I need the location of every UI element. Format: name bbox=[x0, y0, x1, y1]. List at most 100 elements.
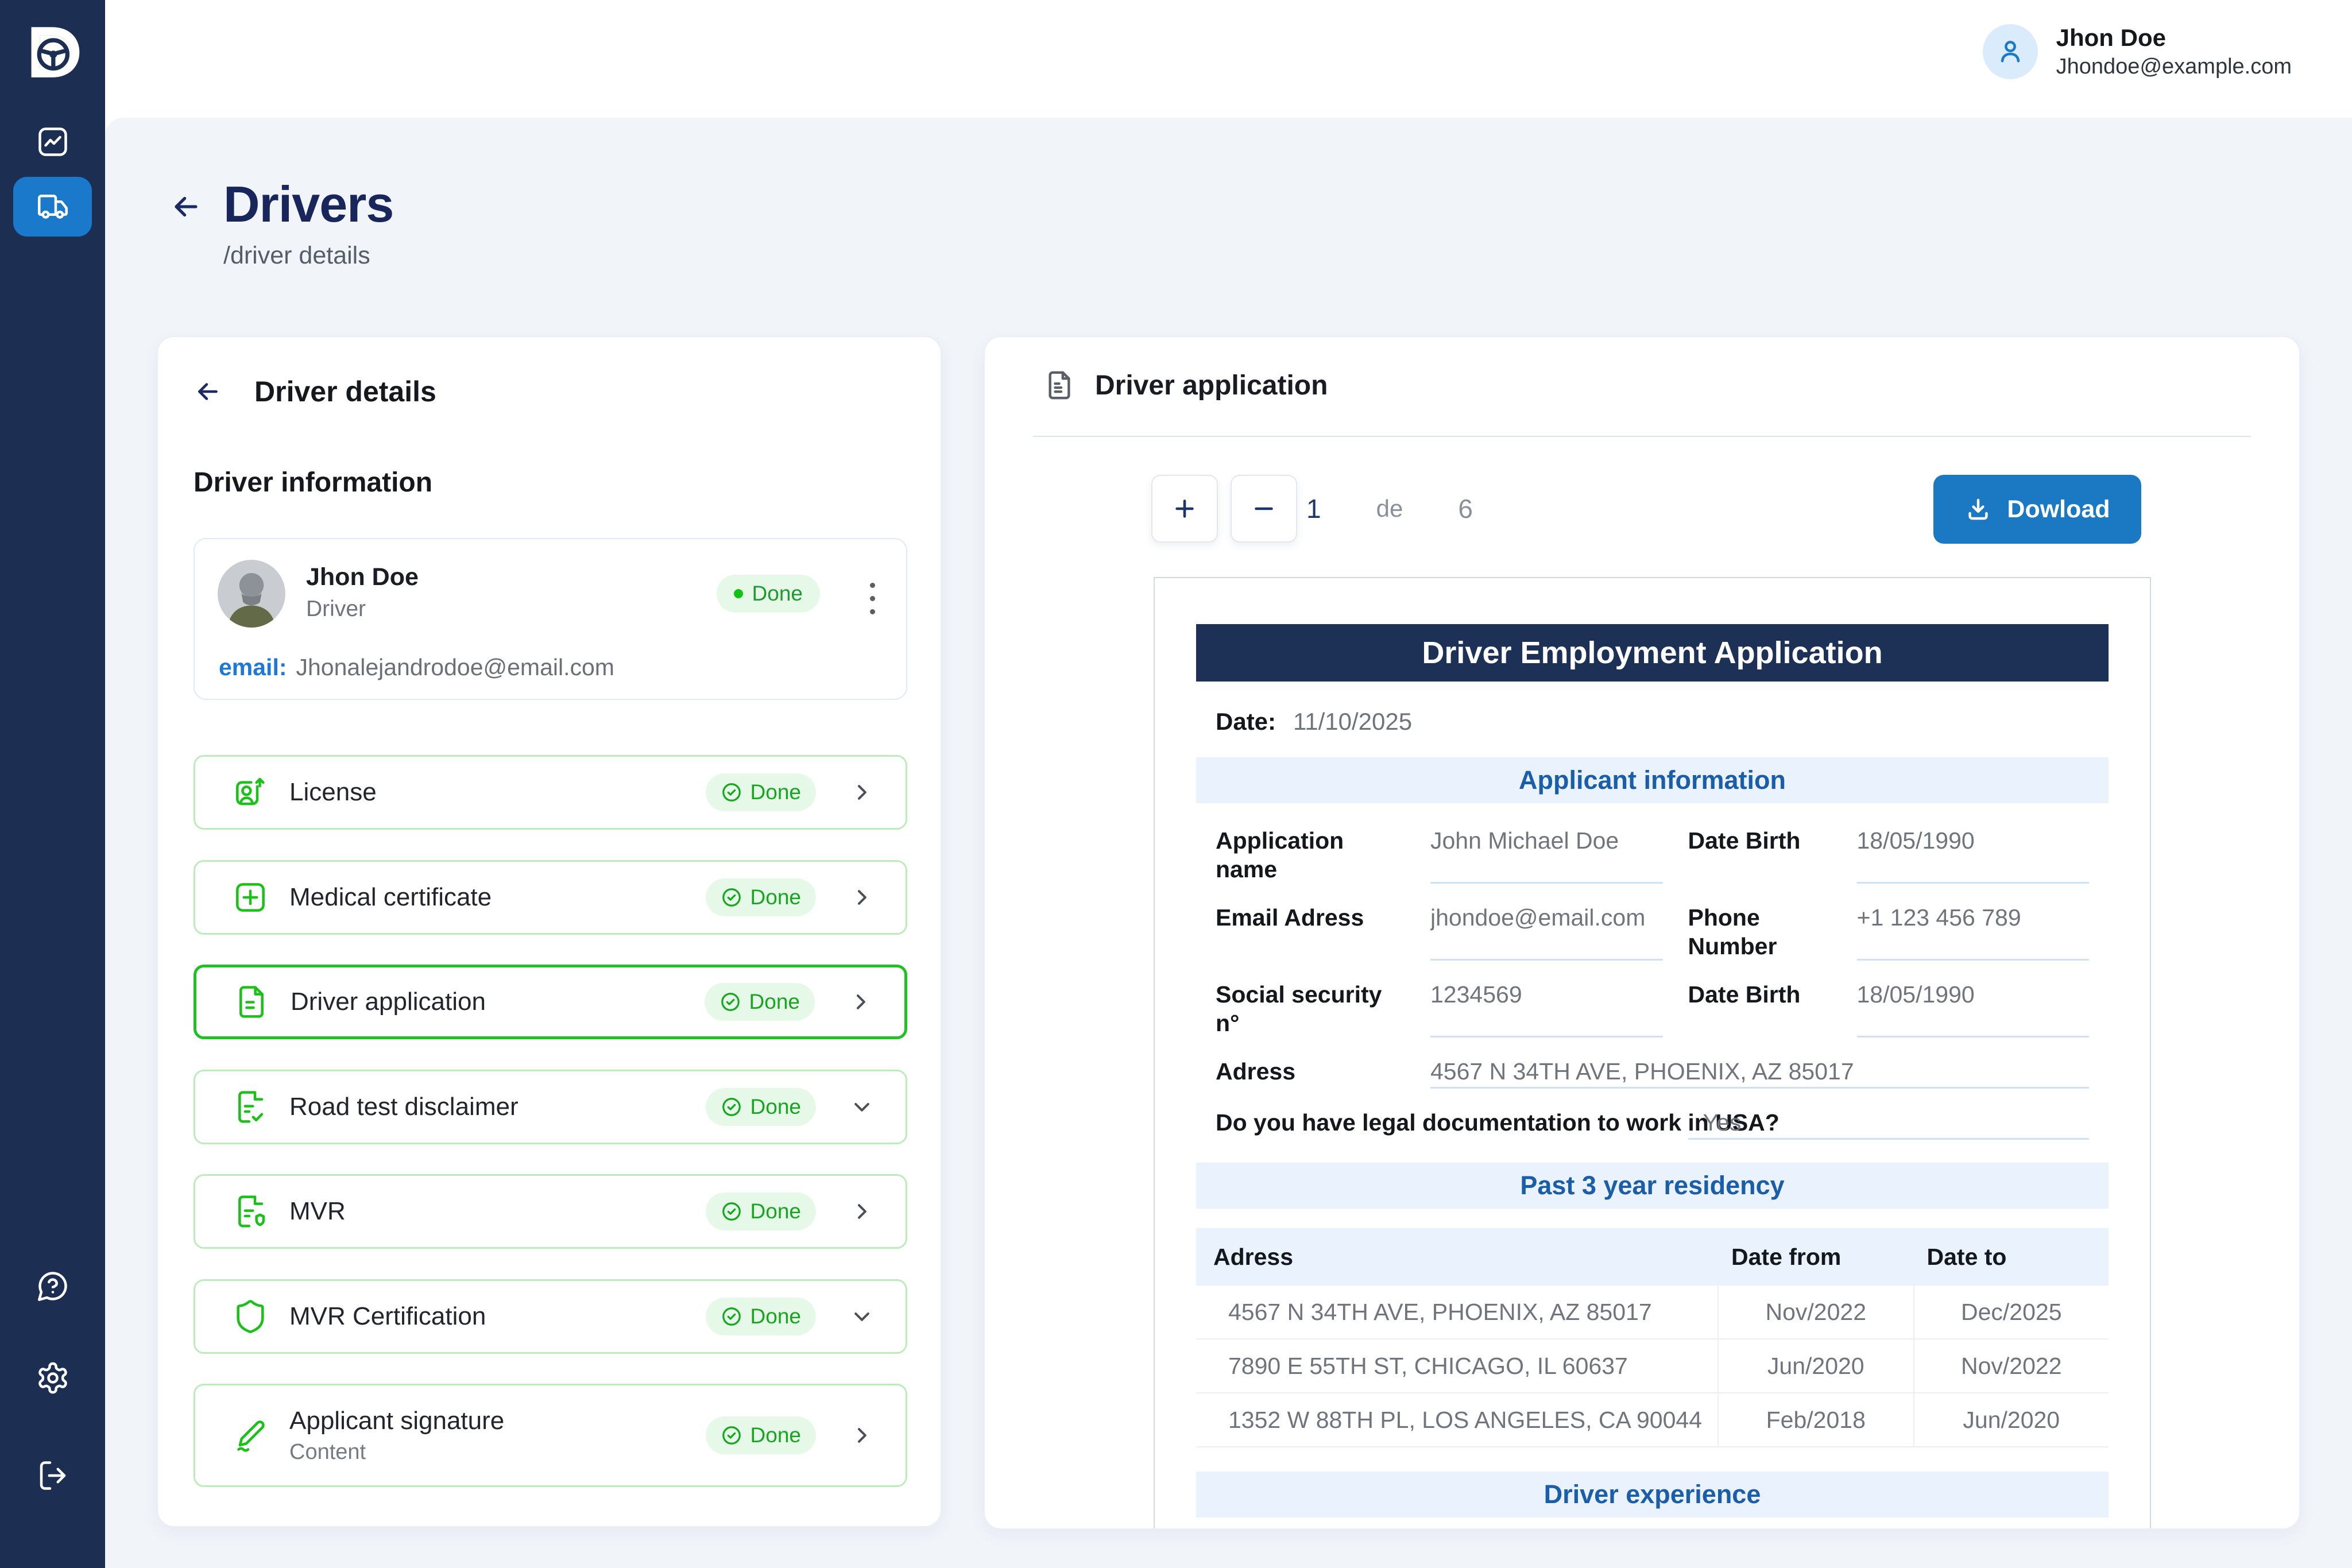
back-arrow-icon[interactable] bbox=[169, 190, 203, 223]
sidebar-item-drivers[interactable] bbox=[13, 177, 92, 237]
chevron-right-icon[interactable] bbox=[850, 1424, 873, 1447]
checklist-item-applicant-signature[interactable]: Applicant signature Content Done bbox=[194, 1384, 907, 1487]
field-label: Application name bbox=[1216, 826, 1405, 884]
check-circle-icon bbox=[721, 1424, 742, 1446]
table-header-row: Adress Date from Date to bbox=[1196, 1228, 2109, 1286]
residency-table: Adress Date from Date to 4567 N 34TH AVE… bbox=[1196, 1228, 2109, 1447]
zoom-out-button[interactable] bbox=[1231, 475, 1297, 543]
section-residency: Past 3 year residency bbox=[1196, 1163, 2109, 1209]
document-title-bar: Driver Employment Application bbox=[1196, 624, 2109, 682]
applicant-fields: Application name John Michael Doe Date B… bbox=[1216, 826, 2089, 1140]
page-separator: de bbox=[1376, 495, 1403, 522]
driver-email: Jhonalejandrodoe@email.com bbox=[296, 654, 614, 681]
status-badge: Done bbox=[706, 773, 816, 811]
zoom-in-button[interactable] bbox=[1151, 475, 1218, 543]
field-label: Social security n° bbox=[1216, 980, 1405, 1037]
email-label: email: bbox=[219, 654, 287, 681]
breadcrumb: /driver details bbox=[223, 242, 393, 270]
field-label: Do you have legal documentation to work … bbox=[1216, 1108, 1663, 1140]
status-dot-icon bbox=[734, 589, 743, 598]
checklist-item-road-test-disclaimer[interactable]: Road test disclaimer Done bbox=[194, 1070, 907, 1144]
total-pages: 6 bbox=[1458, 493, 1473, 524]
field-value: Yes bbox=[1688, 1108, 2090, 1140]
date-value: 11/10/2025 bbox=[1293, 708, 1412, 735]
signature-pen-icon bbox=[232, 1417, 269, 1454]
page-title: Drivers bbox=[223, 175, 393, 234]
table-row: 4567 N 34TH AVE, PHOENIX, AZ 85017 Nov/2… bbox=[1196, 1286, 2109, 1339]
table-row: 1352 W 88TH PL, LOS ANGELES, CA 90044 Fe… bbox=[1196, 1393, 2109, 1447]
chevron-down-icon[interactable] bbox=[850, 1305, 873, 1328]
chevron-right-icon[interactable] bbox=[850, 781, 873, 804]
topbar-user[interactable]: Jhon Doe Jhondoe@example.com bbox=[1983, 23, 2292, 80]
section-title: Driver information bbox=[194, 467, 432, 498]
driver-name: Jhon Doe bbox=[306, 563, 419, 591]
driver-info-card: Jhon Doe Driver Done email: Jhonalejandr… bbox=[194, 538, 907, 700]
sidebar-item-settings[interactable] bbox=[13, 1348, 92, 1408]
content-area: Drivers /driver details Driver details D… bbox=[105, 118, 2352, 1568]
more-options-button[interactable] bbox=[864, 577, 881, 620]
field-label: Date Birth bbox=[1688, 980, 1832, 1037]
person-icon bbox=[1995, 36, 2026, 67]
checklist-item-medical-certificate[interactable]: Medical certificate Done bbox=[194, 860, 907, 935]
field-value: John Michael Doe bbox=[1430, 826, 1663, 884]
field-label: Phone Number bbox=[1688, 903, 1832, 961]
field-value: jhondoe@email.com bbox=[1430, 903, 1663, 961]
file-check-icon bbox=[232, 1089, 269, 1125]
driver-details-panel: Driver details Driver information Jhon D… bbox=[157, 336, 942, 1527]
checklist-item-license[interactable]: License Done bbox=[194, 755, 907, 830]
plus-icon bbox=[1171, 495, 1198, 522]
item-sublabel: Content bbox=[289, 1440, 504, 1465]
checklist-item-driver-application[interactable]: Driver application Done bbox=[194, 965, 907, 1039]
viewer-title: Driver application bbox=[1095, 370, 1328, 401]
check-circle-icon bbox=[721, 1201, 742, 1222]
sidebar-item-logout[interactable] bbox=[13, 1446, 92, 1505]
chart-icon bbox=[36, 125, 70, 159]
check-circle-icon bbox=[719, 991, 741, 1013]
app-logo-icon bbox=[23, 24, 82, 80]
status-badge: Done bbox=[706, 1088, 816, 1126]
help-chat-icon bbox=[36, 1269, 70, 1303]
field-value: +1 123 456 789 bbox=[1857, 903, 2090, 961]
topbar-user-email: Jhondoe@example.com bbox=[2056, 53, 2292, 81]
field-value: 18/05/1990 bbox=[1857, 980, 2090, 1037]
panel-title: Driver details bbox=[254, 375, 436, 408]
download-icon bbox=[1964, 495, 1992, 523]
topbar-user-name: Jhon Doe bbox=[2056, 23, 2292, 53]
check-circle-icon bbox=[721, 886, 742, 908]
checklist-item-mvr-certification[interactable]: MVR Certification Done bbox=[194, 1279, 907, 1354]
section-experience: Driver experience bbox=[1196, 1472, 2109, 1517]
table-row: 7890 E 55TH ST, CHICAGO, IL 60637 Jun/20… bbox=[1196, 1339, 2109, 1393]
chevron-right-icon[interactable] bbox=[850, 1200, 873, 1223]
status-badge: Done bbox=[706, 1416, 816, 1454]
page-indicator: 1 de 6 bbox=[1306, 475, 1473, 543]
current-page[interactable]: 1 bbox=[1306, 493, 1321, 524]
field-value: 18/05/1990 bbox=[1857, 826, 2090, 884]
chevron-right-icon[interactable] bbox=[850, 886, 873, 909]
chevron-right-icon[interactable] bbox=[849, 990, 872, 1013]
user-avatar bbox=[1983, 24, 2038, 79]
check-circle-icon bbox=[721, 1096, 742, 1118]
license-icon bbox=[232, 774, 269, 811]
field-label: Adress bbox=[1216, 1057, 1405, 1089]
medical-cross-icon bbox=[232, 879, 269, 916]
panel-back-arrow-icon[interactable] bbox=[194, 377, 222, 406]
download-button[interactable]: Dowload bbox=[1933, 475, 2141, 544]
minus-icon bbox=[1251, 495, 1277, 522]
file-shield-icon bbox=[232, 1193, 269, 1230]
sidebar bbox=[0, 0, 105, 1568]
chevron-down-icon[interactable] bbox=[850, 1095, 873, 1118]
sidebar-item-dashboard[interactable] bbox=[13, 112, 92, 172]
document-title: Driver Employment Application bbox=[1422, 635, 1882, 671]
shield-icon bbox=[232, 1298, 269, 1335]
check-circle-icon bbox=[721, 1306, 742, 1327]
driver-status-badge: Done bbox=[717, 575, 820, 613]
status-badge: Done bbox=[705, 983, 815, 1021]
file-text-icon bbox=[233, 984, 270, 1020]
field-label: Email Adress bbox=[1216, 903, 1405, 961]
document-icon bbox=[1043, 369, 1076, 401]
checklist-item-mvr[interactable]: MVR Done bbox=[194, 1174, 907, 1249]
sidebar-item-help[interactable] bbox=[13, 1256, 92, 1316]
section-applicant-information: Applicant information bbox=[1196, 757, 2109, 803]
field-value: 4567 N 34TH AVE, PHOENIX, AZ 85017 bbox=[1430, 1057, 2089, 1089]
gear-icon bbox=[36, 1361, 70, 1395]
